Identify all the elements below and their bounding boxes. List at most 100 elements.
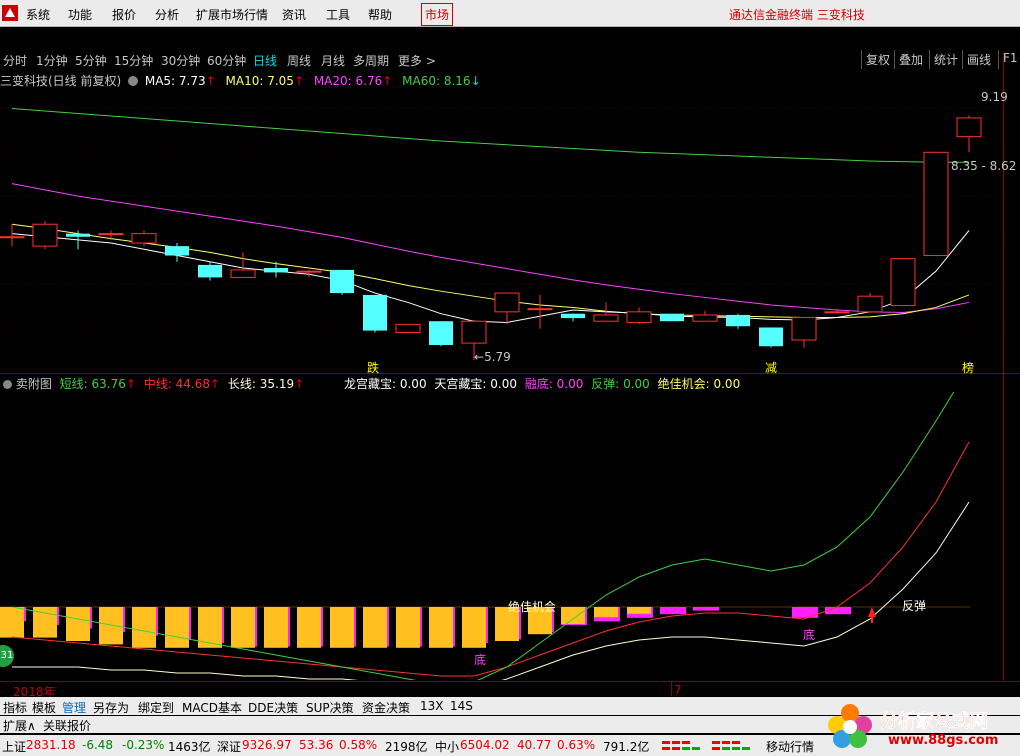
- zx-amount: 791.2亿: [603, 740, 650, 754]
- menu-ext-market[interactable]: 扩展市场行情: [196, 6, 268, 23]
- f1-button[interactable]: F1: [998, 50, 1020, 69]
- draw-button[interactable]: 画线: [962, 50, 995, 69]
- stock-title: 三变科技(日线 前复权): [0, 74, 122, 88]
- signal-marker-bang: 榜: [962, 361, 975, 375]
- candle-body: [494, 292, 520, 313]
- menu-analysis[interactable]: 分析: [155, 6, 179, 23]
- related-quote-tab[interactable]: 关联报价: [43, 717, 91, 734]
- period-60min[interactable]: 60分钟: [207, 52, 246, 69]
- right-axis-border: [1003, 52, 1004, 682]
- sz-label: 深证: [217, 740, 242, 754]
- period-more[interactable]: 更多 >: [398, 52, 436, 69]
- menu-tools[interactable]: 工具: [326, 6, 350, 23]
- period-15min[interactable]: 15分钟: [114, 52, 153, 69]
- app-title: 通达信金融终端 三变科技: [729, 8, 865, 22]
- sub-toggle-icon[interactable]: [3, 380, 12, 389]
- sh-percent: -0.23%: [122, 738, 165, 752]
- menu-info[interactable]: 资讯: [282, 6, 306, 23]
- tab-bind[interactable]: 绑定到: [138, 699, 174, 716]
- tab-manage[interactable]: 管理: [62, 699, 86, 716]
- sub-title: 卖附图: [15, 377, 52, 391]
- candlestick-chart[interactable]: [0, 88, 1020, 373]
- tab-macd[interactable]: MACD基本: [182, 699, 242, 716]
- month-label: 7: [674, 683, 682, 697]
- candle-body: [923, 151, 949, 257]
- menu-system[interactable]: 系统: [26, 6, 50, 23]
- rongdi-bar: [792, 607, 818, 618]
- tab-indicator[interactable]: 指标: [3, 699, 27, 716]
- indicator-chart[interactable]: [0, 392, 1003, 680]
- candle-body: [198, 264, 222, 278]
- period-daily[interactable]: 日线: [253, 52, 277, 69]
- price-low-label: ←5.79: [474, 350, 511, 364]
- buy-bar: [66, 607, 90, 641]
- period-30min[interactable]: 30分钟: [161, 52, 200, 69]
- candle-body: [626, 311, 652, 323]
- stats-button[interactable]: 统计: [929, 50, 962, 69]
- candle-body: [824, 311, 850, 314]
- pane-divider[interactable]: [0, 373, 1020, 374]
- sz-value: 9326.97: [242, 738, 292, 752]
- menu-quote[interactable]: 报价: [112, 6, 136, 23]
- signal-marker-die: 跌: [367, 361, 380, 375]
- zx-change: 40.77: [517, 738, 552, 752]
- month-tick: [671, 682, 672, 696]
- watermark-logo: 分析家公式网 www.88gs.com: [822, 699, 1018, 753]
- sh-value: 2831.18: [26, 738, 76, 752]
- short-line-label: 短线: 63.76↑: [59, 377, 136, 391]
- period-1min[interactable]: 1分钟: [36, 52, 68, 69]
- fantan-label: 反弹: 0.00: [591, 377, 650, 391]
- candle-body: [32, 223, 58, 247]
- mobile-quote-button[interactable]: 移动行情: [766, 738, 814, 755]
- buy-bar: [330, 607, 354, 648]
- jiajia-label: 绝佳机会: 0.00: [657, 377, 741, 391]
- period-5min[interactable]: 5分钟: [75, 52, 107, 69]
- watermark-name: 分析家公式网: [880, 711, 989, 733]
- period-bar: 分时 1分钟 5分钟 15分钟 30分钟 60分钟 日线 周线 月线 多周期 更…: [0, 50, 1020, 69]
- legend-toggle-icon[interactable]: [128, 76, 139, 86]
- buy-bar: [264, 607, 288, 648]
- overlay-button[interactable]: 叠加: [894, 50, 927, 69]
- sz-amount: 2198亿: [385, 740, 428, 754]
- sh-label: 上证: [2, 740, 27, 754]
- sz-percent: 0.58%: [339, 738, 378, 752]
- signal-marker-jian: 减: [765, 361, 778, 375]
- sub-legend: 卖附图 短线: 63.76↑ 中线: 44.68↑ 长线: 35.19↑ 龙宫藏…: [3, 375, 740, 392]
- menu-function[interactable]: 功能: [68, 6, 92, 23]
- ma20-label: MA20: 6.76↑: [313, 74, 393, 88]
- market-button[interactable]: 市场: [421, 3, 454, 26]
- candle-body: [429, 321, 453, 345]
- period-weekly[interactable]: 周线: [287, 52, 311, 69]
- tab-save-as[interactable]: 另存为: [93, 699, 129, 716]
- candle-body: [131, 233, 157, 244]
- fantan-annotation: 反弹: [902, 599, 927, 613]
- candle-body: [593, 314, 619, 322]
- ma60-line: [11, 108, 969, 163]
- rongdi-bar: [660, 607, 686, 615]
- mid-line-label: 中线: 44.68↑: [143, 377, 221, 391]
- tab-sup[interactable]: SUP决策: [306, 699, 354, 716]
- menu-help[interactable]: 帮助: [368, 6, 392, 23]
- ext-toggle[interactable]: 扩展∧: [3, 717, 36, 734]
- price-high-label: 9.19: [981, 90, 1008, 104]
- tab-fund[interactable]: 资金决策: [362, 699, 410, 716]
- period-monthly[interactable]: 月线: [321, 52, 345, 69]
- ma10-label: MA10: 7.05↑: [225, 74, 304, 88]
- rongdi-bar: [693, 607, 719, 611]
- buy-bar: [561, 607, 585, 624]
- tab-14s[interactable]: 14S: [450, 699, 473, 713]
- buy-bar: [396, 607, 420, 648]
- tab-13x[interactable]: 13X: [420, 699, 444, 713]
- candle-body: [660, 313, 684, 322]
- ma5-label: MA5: 7.73↑: [144, 74, 216, 88]
- jjjh-annotation: 绝佳机会: [508, 600, 557, 614]
- buy-bar: [462, 607, 486, 648]
- tab-dde[interactable]: DDE决策: [248, 699, 298, 716]
- bottom-divider: [0, 681, 1020, 682]
- ma20-line: [11, 183, 970, 313]
- tab-template[interactable]: 模板: [32, 699, 56, 716]
- fuquan-button[interactable]: 复权: [861, 50, 894, 69]
- period-fenshi[interactable]: 分时: [3, 52, 27, 69]
- buy-bar: [429, 607, 453, 648]
- period-multi[interactable]: 多周期: [353, 52, 389, 69]
